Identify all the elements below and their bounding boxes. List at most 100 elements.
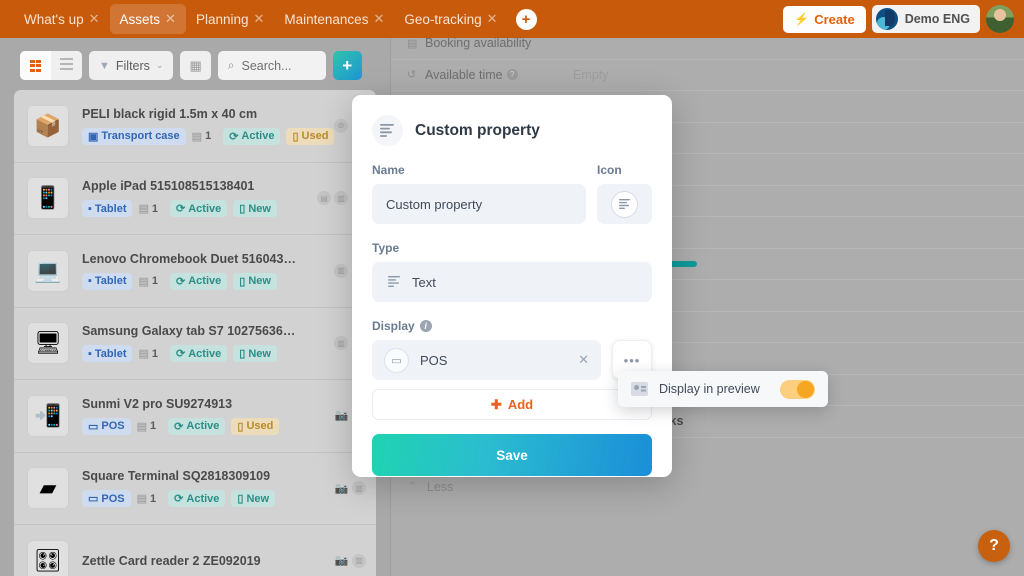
org-logo-icon (875, 8, 898, 30)
quantity-label: 1 (151, 202, 159, 215)
history-icon: ↺ (407, 69, 417, 82)
quantity-badge: ▤ 1 (138, 273, 164, 290)
box-icon: ▤ (138, 348, 149, 361)
add-tab-button[interactable]: + (515, 8, 537, 30)
filters-button[interactable]: ▼ Filters ⌄ (89, 51, 174, 80)
attribute-row[interactable]: ▤ Booking availability (391, 28, 1024, 60)
status-label: Active (186, 420, 220, 433)
tab-whats-up[interactable]: What's up ✕ (14, 4, 110, 34)
tablet-icon: ▪ (88, 347, 92, 360)
box-icon: ▤ (138, 203, 149, 216)
list-view-button[interactable] (51, 51, 82, 80)
quantity-label: 1 (151, 275, 159, 288)
asset-list: 📦 PELI black rigid 1.5m x 40 cm ▣ Transpo… (14, 90, 376, 576)
tab-maintenances[interactable]: Maintenances ✕ (274, 4, 394, 34)
category-label: POS (101, 420, 125, 433)
quantity-label: 1 (151, 347, 159, 360)
asset-info: Samsung Galaxy tab S7 102756363225685 ▪T… (82, 324, 334, 363)
box-icon: ▥ (334, 336, 348, 351)
attribute-value: Empty (573, 67, 609, 82)
quantity-badge: ▤ 1 (137, 418, 163, 435)
list-item[interactable]: ▰ Square Terminal SQ2818309109 ▭ POS ▤ 1 ⟳… (14, 453, 376, 525)
add-display-button[interactable]: ✚ Add (372, 389, 652, 420)
close-icon[interactable]: ✕ (165, 11, 176, 27)
asset-thumbnail: 📱 (27, 177, 69, 220)
condition-badge: ▯ New (233, 272, 277, 290)
asset-title: Sunmi V2 pro SU9274913 (82, 396, 233, 411)
type-select[interactable]: Text (372, 262, 652, 302)
tablet-icon: ▪ (88, 202, 92, 215)
attribute-label: Booking availability (425, 36, 532, 51)
camera-icon: 📷 (334, 482, 349, 495)
doc-icon: ▤ (317, 191, 331, 206)
list-item[interactable]: 💻 Lenovo Chromebook Duet 51604363839… ▪T… (14, 235, 376, 308)
category-label: Tablet (94, 347, 127, 360)
add-asset-button[interactable]: + (332, 51, 362, 80)
quantity-label: 1 (205, 130, 212, 143)
condition-label: Used (301, 130, 329, 143)
status-label: Active (186, 492, 220, 505)
asset-info: Apple iPad 515108515138401 ▪ Tablet ▤ 1 ⟳ A… (82, 179, 317, 218)
list-item[interactable]: 📲 Sunmi V2 pro SU9274913 ▭ POS ▤ 1 ⟳ Active… (14, 380, 376, 453)
save-button[interactable]: Save (372, 434, 652, 476)
category-badge: ▪ Tablet (82, 200, 133, 218)
text-lines-glyph (380, 124, 394, 137)
help-icon[interactable]: ? (506, 69, 518, 81)
list-item[interactable]: 📦 PELI black rigid 1.5m x 40 cm ▣ Transpo… (14, 90, 376, 163)
quantity-label: 1 (150, 492, 157, 505)
list-view-icon (60, 58, 73, 72)
name-field-label: Name (372, 163, 405, 177)
close-icon[interactable]: ✕ (373, 11, 384, 27)
asset-badges: ▭ POS ▤ 1 ⟳ Active ▯ Used (82, 417, 334, 435)
tag-icon: ▯ (292, 130, 299, 143)
condition-badge: ▯ Used (286, 127, 335, 145)
grid-view-button[interactable] (20, 51, 51, 80)
tab-planning[interactable]: Planning ✕ (186, 4, 274, 34)
help-button[interactable]: ? (978, 530, 1010, 562)
list-item[interactable]: 🖥 Samsung Galaxy tab S7 102756363225685 … (14, 308, 376, 380)
refresh-icon: ⟳ (176, 203, 186, 216)
icon-picker-button[interactable] (597, 184, 652, 224)
close-icon[interactable]: ✕ (578, 352, 589, 368)
info-icon[interactable]: i (419, 320, 432, 332)
funnel-icon: ▼ (99, 59, 110, 72)
asset-list-panel: ▼ Filters ⌄ ▦ ⌕ Search... + 📦 PELI black… (0, 38, 390, 576)
attribute-row[interactable]: ↺ Available time? Empty (391, 60, 1024, 91)
name-input[interactable]: Custom property (372, 184, 586, 224)
tab-label: Planning (195, 11, 249, 27)
ellipsis-icon: ••• (623, 352, 641, 368)
status-label: Active (188, 202, 222, 215)
category-badge: ▪ Tablet (82, 345, 133, 363)
condition-badge: ▯ Used (231, 417, 280, 435)
status-label: Active (188, 347, 222, 360)
modal-header: Custom property (372, 115, 652, 146)
asset-title: PELI black rigid 1.5m x 40 cm (82, 106, 258, 121)
list-item[interactable]: 📱 Apple iPad 515108515138401 ▪ Tablet ▤ 1 … (14, 163, 376, 235)
search-placeholder: Search... (241, 58, 292, 73)
quantity-badge: ▤ 1 (192, 128, 218, 145)
tablet-icon: ▪ (88, 275, 92, 288)
icon-field-label: Icon (597, 163, 622, 177)
app-root: What's up ✕ Assets ✕ Planning ✕ Maintena… (0, 0, 1024, 576)
asset-badges: ▪ Tablet ▤ 1 ⟳ Active ▯ New (82, 272, 334, 290)
refresh-icon: ⟳ (174, 493, 184, 506)
asset-info: PELI black rigid 1.5m x 40 cm ▣ Transport… (82, 106, 335, 145)
close-icon[interactable]: ✕ (487, 11, 498, 27)
status-badge: ⟳ Active (170, 200, 228, 218)
pos-terminal-icon: ▭ (384, 347, 409, 373)
list-item[interactable]: 🎛 Zettle Card reader 2 ZE092019 📷 ▥ (14, 525, 376, 576)
refresh-icon: ⟳ (174, 420, 184, 433)
camera-icon: 📷 (334, 410, 349, 423)
box-icon: ▥ (352, 481, 366, 496)
tab-assets[interactable]: Assets ✕ (109, 4, 186, 34)
close-icon[interactable]: ✕ (253, 11, 264, 27)
list-toolbar: ▼ Filters ⌄ ▦ ⌕ Search... + (0, 38, 390, 80)
search-input[interactable]: ⌕ Search... (217, 51, 326, 80)
display-in-preview-toggle[interactable] (780, 379, 815, 399)
quantity-badge: ▤ 1 (137, 490, 163, 507)
display-chip[interactable]: ▭ POS ✕ (372, 340, 601, 380)
status-badge: ⟳ Active (170, 272, 228, 290)
calendar-button[interactable]: ▦ (180, 51, 211, 80)
close-icon[interactable]: ✕ (89, 11, 100, 27)
status-label: Active (188, 275, 222, 288)
